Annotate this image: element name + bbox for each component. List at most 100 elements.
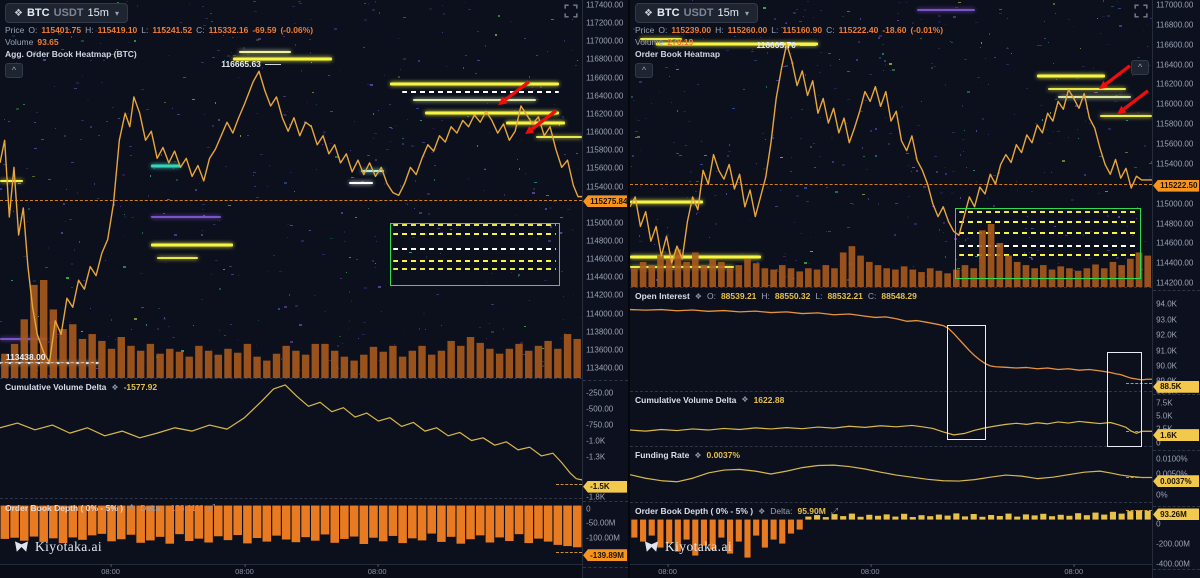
- right-cvd-pane[interactable]: Cumulative Volume Delta ❖ 1622.88: [630, 391, 1152, 447]
- left-depth-axis[interactable]: 0-50.00M-100.00M-139.89M: [583, 501, 628, 567]
- funding-title: Funding Rate: [635, 450, 689, 460]
- cvd-header: Cumulative Volume Delta ❖ 1622.88: [635, 395, 784, 405]
- kiyotaka-butterfly-icon: [644, 541, 659, 553]
- fullscreen-button[interactable]: [1134, 4, 1148, 18]
- cvd-value: -1577.92: [124, 382, 158, 392]
- cvd-header: Cumulative Volume Delta ❖ -1577.92: [5, 382, 157, 392]
- time-tick: 08:00: [1064, 567, 1083, 576]
- symbol-selector[interactable]: ❖ BTCUSDT 15m ▾: [635, 3, 758, 23]
- price-low-label: 113438.00: [6, 352, 46, 362]
- brand-name: Kiyotaka.ai: [665, 539, 732, 555]
- cvd-title: Cumulative Volume Delta: [5, 382, 106, 392]
- cvd-line-chart: [0, 379, 582, 498]
- trading-dashboard: ❖ BTCUSDT 15m ▾ Price O:115401.75 H:1154…: [0, 0, 1200, 578]
- left-cvd-pane[interactable]: Cumulative Volume Delta ❖ -1577.92: [0, 378, 582, 498]
- right-time-axis[interactable]: 08:00 08:00 08:00: [630, 564, 1152, 578]
- oi-low-value: 88532.21: [827, 291, 862, 301]
- exchange-diamond-icon: ❖: [111, 383, 118, 392]
- collapse-chevron-icon: ^: [12, 65, 16, 75]
- symbol-selector[interactable]: ❖ BTCUSDT 15m ▾: [5, 3, 128, 23]
- oi-header: Open Interest ❖ O:88539.21 H:88550.32 L:…: [635, 291, 917, 301]
- funding-value: 0.0037%: [706, 450, 740, 460]
- right-axis-corner: [1153, 569, 1200, 578]
- oi-last-value-dash: [1126, 383, 1152, 384]
- left-cvd-axis[interactable]: -250.00-500.00-750.00-1.0K-1.3K-1.8K-1.5…: [583, 380, 628, 501]
- symbol-base: BTC: [657, 7, 680, 19]
- chevron-down-icon: ▾: [745, 9, 749, 18]
- red-arrow-annotation: [522, 108, 560, 136]
- price-peak-label: 116605.70: [756, 40, 816, 50]
- right-oi-pane[interactable]: Open Interest ❖ O:88539.21 H:88550.32 L:…: [630, 287, 1152, 390]
- open-interest-line-chart: [630, 288, 1152, 390]
- left-time-axis[interactable]: 08:00 08:00 08:00: [0, 564, 582, 578]
- delta-value: 95.90M: [797, 506, 825, 516]
- funding-header: Funding Rate ❖ 0.0037%: [635, 450, 740, 460]
- interval-label: 15m: [718, 7, 739, 19]
- right-funding-pane[interactable]: Funding Rate ❖ 0.0037%: [630, 446, 1152, 502]
- cvd-last-value-dash: [1126, 431, 1152, 432]
- fullscreen-icon: [1134, 4, 1148, 18]
- depth-last-value-dash: [556, 552, 582, 553]
- depth-header: Order Book Depth ( 0% - 5% ) ❖ Delta: 95…: [635, 506, 838, 517]
- kiyotaka-logo: Kiyotaka.ai: [14, 539, 102, 555]
- collapse-button[interactable]: ^: [5, 63, 23, 78]
- price-line-chart: [0, 0, 582, 378]
- cvd-value: 1622.88: [754, 395, 785, 405]
- left-price-axis[interactable]: 117400.00117200.00117000.00116800.001166…: [583, 0, 628, 380]
- oi-close-label: C:: [868, 291, 877, 301]
- collapse-chevron-icon: ^: [642, 65, 646, 75]
- exchange-diamond-icon: ❖: [128, 503, 135, 512]
- right-charts-column: ❖ BTCUSDT 15m ▾ Price O:115239.00 H:1152…: [630, 0, 1152, 578]
- symbol-quote: USDT: [54, 7, 84, 19]
- exchange-diamond-icon: ❖: [695, 292, 702, 301]
- right-cvd-axis[interactable]: 7.5K5.0K2.5K01.6K: [1153, 394, 1200, 450]
- delta-label: Delta:: [140, 503, 162, 513]
- depth-title: Order Book Depth ( 0% - 5% ): [635, 506, 753, 516]
- left-depth-pane[interactable]: Order Book Depth ( 0% - 5% ) ❖ Delta: -1…: [0, 498, 582, 564]
- cvd-last-value-dash: [556, 484, 582, 485]
- oi-close-value: 88548.29: [881, 291, 916, 301]
- last-price-line: [630, 184, 1152, 185]
- oi-open-label: O:: [707, 291, 716, 301]
- oi-title: Open Interest: [635, 291, 690, 301]
- right-depth-axis[interactable]: 0-200.00M-400.00M93.26M: [1153, 506, 1200, 569]
- collapse-button[interactable]: ^: [635, 63, 653, 78]
- kiyotaka-logo: Kiyotaka.ai: [644, 539, 732, 555]
- collapse-button-right[interactable]: ^: [1131, 60, 1149, 75]
- right-price-axis[interactable]: 117000.00116800.00116600.00116400.001162…: [1153, 0, 1200, 290]
- delta-label: Delta:: [770, 506, 792, 516]
- expand-diagonal-icon[interactable]: ⤢: [208, 502, 215, 513]
- time-tick: 08:00: [101, 567, 120, 576]
- collapse-chevron-icon: ^: [1138, 62, 1142, 72]
- last-price-line: [0, 200, 582, 201]
- low-price-line: [0, 362, 99, 363]
- right-price-chart-pane[interactable]: ❖ BTCUSDT 15m ▾ Price O:115239.00 H:1152…: [630, 0, 1152, 287]
- right-axis-column: 117000.00116800.00116600.00116400.001162…: [1152, 0, 1200, 578]
- time-tick: 08:00: [861, 567, 880, 576]
- right-funding-axis[interactable]: 0.0100%0.0050%0%0.0037%: [1153, 450, 1200, 506]
- right-oi-axis[interactable]: 94.0K93.0K92.0K91.0K90.0K89.0K88.0K88.5K: [1153, 290, 1200, 394]
- depth-title: Order Book Depth ( 0% - 5% ): [5, 503, 123, 513]
- right-depth-pane[interactable]: Order Book Depth ( 0% - 5% ) ❖ Delta: 95…: [630, 502, 1152, 564]
- exchange-diamond-icon: ❖: [694, 451, 701, 460]
- price-line-chart: [630, 0, 1152, 287]
- exchange-diamond-icon: ❖: [741, 395, 748, 404]
- panel-right: ❖ BTCUSDT 15m ▾ Price O:115239.00 H:1152…: [628, 0, 1200, 578]
- price-peak-label: 116665.63: [221, 59, 281, 69]
- expand-diagonal-icon[interactable]: ⤢: [831, 506, 838, 517]
- symbol-quote: USDT: [684, 7, 714, 19]
- left-charts-column: ❖ BTCUSDT 15m ▾ Price O:115401.75 H:1154…: [0, 0, 582, 578]
- oi-high-value: 88550.32: [775, 291, 810, 301]
- left-price-chart-pane[interactable]: ❖ BTCUSDT 15m ▾ Price O:115401.75 H:1154…: [0, 0, 582, 378]
- delta-value: -136.11M: [167, 503, 202, 513]
- time-tick: 08:00: [235, 567, 254, 576]
- depth-header: Order Book Depth ( 0% - 5% ) ❖ Delta: -1…: [5, 502, 215, 513]
- brand-name: Kiyotaka.ai: [35, 539, 102, 555]
- interval-label: 15m: [88, 7, 109, 19]
- oi-open-value: 88539.21: [721, 291, 756, 301]
- exchange-icon: ❖: [14, 8, 23, 19]
- fullscreen-icon: [564, 4, 578, 18]
- time-tick: 08:00: [658, 567, 677, 576]
- fullscreen-button[interactable]: [564, 4, 578, 18]
- left-axis-corner: [583, 567, 628, 578]
